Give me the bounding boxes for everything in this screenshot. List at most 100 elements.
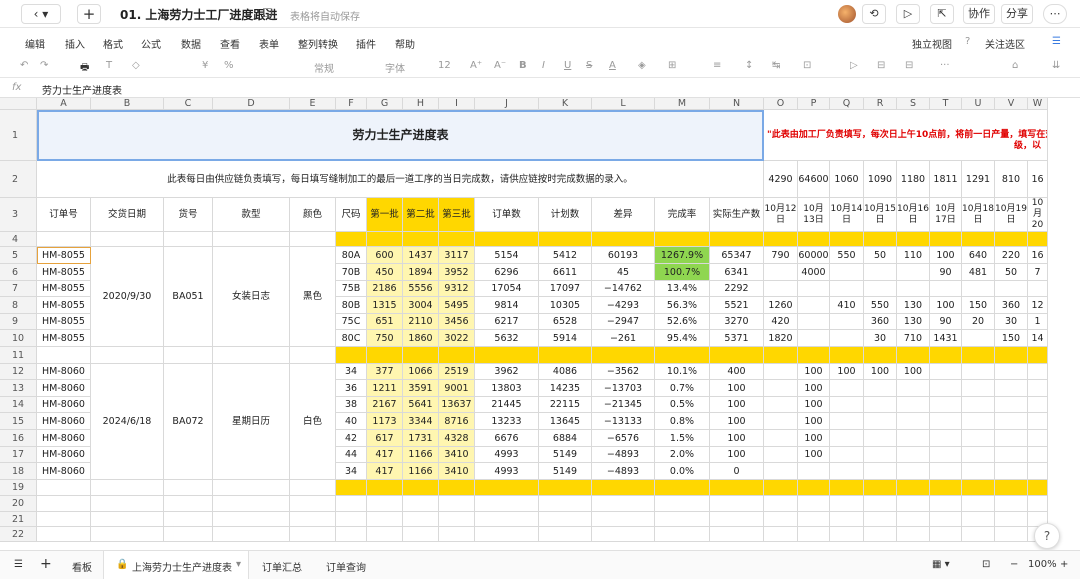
history-button[interactable]: ⟲ (862, 4, 886, 24)
separator-cell[interactable] (798, 232, 830, 247)
color-cell[interactable]: 白色 (290, 364, 336, 480)
data-cell[interactable]: −13133 (592, 413, 655, 430)
data-cell[interactable] (930, 413, 962, 430)
table-header-19[interactable]: 10月16日 (897, 198, 930, 232)
data-cell[interactable] (930, 463, 962, 480)
empty-cell[interactable] (439, 527, 475, 542)
blank-cell[interactable] (91, 480, 164, 496)
empty-cell[interactable] (475, 512, 539, 527)
new-button[interactable]: + (77, 4, 101, 24)
separator-cell[interactable] (864, 232, 897, 247)
row-header-12[interactable]: 12 (0, 364, 37, 380)
row-header-8[interactable]: 8 (0, 297, 37, 314)
data-cell[interactable] (798, 297, 830, 314)
align-icon[interactable]: ≡ (713, 60, 721, 71)
data-cell[interactable]: 36 (336, 380, 367, 397)
column-header-W[interactable]: W (1028, 98, 1048, 110)
data-cell[interactable]: 3410 (439, 447, 475, 463)
separator-cell[interactable] (403, 480, 439, 496)
data-cell[interactable] (1028, 447, 1048, 463)
data-cell[interactable]: 17097 (539, 281, 592, 297)
order-number-cell[interactable]: HM-8060 (37, 397, 91, 413)
share-button[interactable]: 分享 (1001, 4, 1033, 24)
data-cell[interactable] (864, 463, 897, 480)
menu-convert[interactable]: 整列转换 (298, 36, 338, 51)
data-cell[interactable]: 4328 (439, 430, 475, 447)
data-cell[interactable] (764, 281, 798, 297)
data-cell[interactable]: 651 (367, 314, 403, 330)
avatar[interactable] (838, 5, 856, 23)
tab-order-query[interactable]: 订单查询 (326, 559, 366, 574)
select-all-corner[interactable] (0, 98, 37, 110)
blank-cell[interactable] (164, 480, 213, 496)
row-header-3[interactable]: 3 (0, 198, 37, 232)
blank-cell[interactable] (37, 232, 91, 247)
separator-cell[interactable] (336, 347, 367, 364)
data-cell[interactable] (995, 364, 1028, 380)
filter-icon[interactable]: ▷ (850, 60, 858, 71)
empty-cell[interactable] (336, 496, 367, 512)
data-cell[interactable]: 2110 (403, 314, 439, 330)
data-cell[interactable]: 0 (710, 463, 764, 480)
data-cell[interactable] (995, 447, 1028, 463)
data-cell[interactable]: 50 (864, 247, 897, 264)
data-cell[interactable]: −21345 (592, 397, 655, 413)
table-header-23[interactable]: 10月20 (1028, 198, 1048, 232)
separator-cell[interactable] (830, 232, 864, 247)
data-cell[interactable]: 2292 (710, 281, 764, 297)
data-cell[interactable]: 6217 (475, 314, 539, 330)
data-cell[interactable]: 56.3% (655, 297, 710, 314)
data-cell[interactable]: 100 (710, 397, 764, 413)
data-cell[interactable] (930, 447, 962, 463)
data-cell[interactable]: 5495 (439, 297, 475, 314)
data-cell[interactable]: 17054 (475, 281, 539, 297)
data-cell[interactable]: 100 (710, 430, 764, 447)
data-cell[interactable]: 6528 (539, 314, 592, 330)
separator-cell[interactable] (710, 347, 764, 364)
data-cell[interactable]: 5371 (710, 330, 764, 347)
present-button[interactable]: ⇱ (930, 4, 954, 24)
data-cell[interactable]: 80C (336, 330, 367, 347)
fit-icon[interactable]: ⊡ (982, 559, 990, 570)
column-header-J[interactable]: J (475, 98, 539, 110)
empty-cell[interactable] (830, 512, 864, 527)
data-cell[interactable] (962, 413, 995, 430)
data-cell[interactable]: 420 (764, 314, 798, 330)
empty-cell[interactable] (710, 496, 764, 512)
separator-cell[interactable] (710, 480, 764, 496)
data-cell[interactable]: 6676 (475, 430, 539, 447)
data-cell[interactable]: 0.5% (655, 397, 710, 413)
empty-cell[interactable] (1028, 496, 1048, 512)
empty-cell[interactable] (367, 512, 403, 527)
data-cell[interactable]: 9001 (439, 380, 475, 397)
empty-cell[interactable] (164, 512, 213, 527)
data-cell[interactable] (1028, 413, 1048, 430)
data-cell[interactable]: 10.1% (655, 364, 710, 380)
data-cell[interactable] (1028, 397, 1048, 413)
column-header-S[interactable]: S (897, 98, 930, 110)
data-cell[interactable]: 1.5% (655, 430, 710, 447)
menu-formula[interactable]: 公式 (141, 36, 161, 51)
table-header-15[interactable]: 10月12日 (764, 198, 798, 232)
empty-cell[interactable] (930, 527, 962, 542)
data-cell[interactable] (764, 447, 798, 463)
data-cell[interactable] (864, 413, 897, 430)
data-cell[interactable] (897, 264, 930, 281)
data-cell[interactable]: 21445 (475, 397, 539, 413)
data-cell[interactable] (830, 264, 864, 281)
font-color-icon[interactable]: A (609, 60, 616, 71)
menu-format[interactable]: 格式 (103, 36, 123, 51)
separator-cell[interactable] (798, 480, 830, 496)
sort-icon[interactable]: ⊟ (905, 60, 913, 71)
data-cell[interactable]: 130 (897, 297, 930, 314)
undo-icon[interactable]: ↶ (20, 60, 28, 71)
column-header-D[interactable]: D (213, 98, 290, 110)
separator-cell[interactable] (1028, 347, 1048, 364)
table-header-3[interactable]: 货号 (164, 198, 213, 232)
data-cell[interactable] (897, 430, 930, 447)
help-icon[interactable]: ? (965, 36, 970, 47)
blank-cell[interactable] (164, 232, 213, 247)
empty-cell[interactable] (897, 496, 930, 512)
date-total-cell[interactable]: 64600 (798, 161, 830, 198)
data-cell[interactable]: 0.8% (655, 413, 710, 430)
